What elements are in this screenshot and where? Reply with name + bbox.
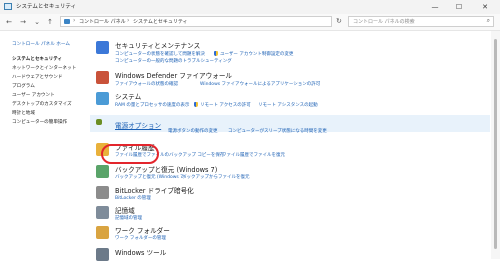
sidebar-item-hardware[interactable]: ハードウェアとサウンド	[12, 74, 62, 80]
backup-icon	[96, 165, 109, 178]
category-link[interactable]: BitLocker の管理	[115, 195, 151, 201]
category-link[interactable]: 電源ボタンの動作の変更	[168, 128, 218, 134]
breadcrumb[interactable]: › コントロール パネル › システムとセキュリティ	[60, 16, 332, 27]
category-link[interactable]: コンピューターの状態を確認して問題を解決	[115, 51, 205, 57]
highlight-circle	[101, 144, 159, 164]
up-button[interactable]: ↑	[45, 17, 55, 27]
recent-locations-button[interactable]: ⌄	[32, 17, 42, 27]
category-link[interactable]: ユーザー アカウント制御設定の変更	[220, 51, 293, 57]
sidebar-item-network[interactable]: ネットワークとインターネット	[12, 65, 76, 71]
shield-icon	[194, 102, 198, 107]
category-link[interactable]: バックアップと復元 (Windows 7)	[115, 174, 185, 180]
category-link[interactable]: コンピューターの一般的な問題のトラブルシューティング	[115, 58, 232, 64]
firewall-icon	[96, 71, 109, 84]
category-link[interactable]: リモート アシスタンスの起動	[258, 102, 318, 108]
breadcrumb-control-panel[interactable]: コントロール パネル	[79, 18, 126, 25]
flag-icon	[96, 41, 109, 54]
category-title[interactable]: 記憶域	[115, 205, 135, 215]
refresh-icon[interactable]: ↻	[336, 17, 342, 25]
close-button[interactable]: ✕	[474, 1, 496, 13]
back-button[interactable]: ←	[4, 17, 14, 27]
category-link[interactable]: ファイル履歴でファイルを復元	[222, 152, 285, 158]
sidebar-item-programs[interactable]: プログラム	[12, 83, 35, 89]
category-title[interactable]: セキュリティとメンテナンス	[115, 40, 200, 50]
breadcrumb-system-security[interactable]: システムとセキュリティ	[133, 18, 188, 25]
sidebar-item-desktop[interactable]: デスクトップのカスタマイズ	[12, 101, 72, 107]
tools-icon	[96, 248, 109, 261]
category-link[interactable]: Windows ファイアウォールによるアプリケーションの許可	[200, 81, 320, 87]
category-title[interactable]: バックアップと復元 (Windows 7)	[115, 164, 217, 174]
category-title[interactable]: Windows ツール	[115, 247, 166, 257]
window-title: システムとセキュリティ	[16, 4, 77, 10]
sidebar-item-user-accounts[interactable]: ユーザー アカウント	[12, 92, 55, 98]
category-title[interactable]: Windows Defender ファイアウォール	[115, 70, 232, 80]
minimize-button[interactable]: —	[424, 1, 446, 13]
maximize-button[interactable]: ☐	[448, 1, 470, 13]
sidebar-item-ease-of-access[interactable]: コンピューターの簡単操作	[12, 119, 67, 125]
category-link[interactable]: リモート アクセスの許可	[200, 102, 251, 108]
search-placeholder: コントロール パネルの検索	[353, 19, 415, 25]
control-panel-icon	[4, 3, 12, 10]
category-link[interactable]: バックアップからファイルを復元	[182, 174, 250, 180]
category-link[interactable]: コンピューターがスリープ状態になる時間を変更	[228, 128, 327, 134]
sidebar-item-system-security[interactable]: システムとセキュリティ	[12, 56, 62, 62]
category-list: セキュリティとメンテナンス コンピューターの状態を確認して問題を解決 ユーザー …	[90, 31, 490, 261]
drive-lock-icon	[96, 186, 109, 199]
control-panel-icon	[64, 19, 70, 24]
category-title[interactable]: BitLocker ドライブ暗号化	[115, 185, 194, 195]
category-title[interactable]: システム	[115, 91, 141, 101]
shield-icon	[214, 51, 218, 56]
chevron-right-icon: ›	[127, 17, 130, 24]
sidebar: コントロール パネル ホーム システムとセキュリティ ネットワークとインターネッ…	[0, 31, 88, 259]
address-toolbar: ← → ⌄ ↑ › コントロール パネル › システムとセキュリティ ↻ コント…	[0, 14, 500, 31]
category-link[interactable]: RAM の量とプロセッサの速度の表示	[115, 102, 189, 108]
power-icon	[96, 119, 102, 125]
search-icon: ⌕	[486, 17, 490, 24]
chevron-right-icon: ›	[73, 17, 76, 24]
category-link[interactable]: ワーク フォルダーの管理	[115, 235, 166, 241]
search-input[interactable]: コントロール パネルの検索 ⌕	[348, 16, 494, 27]
vertical-scrollbar[interactable]	[491, 31, 500, 259]
category-title[interactable]: ワーク フォルダー	[115, 225, 170, 235]
computer-icon	[96, 92, 109, 105]
storage-icon	[96, 206, 109, 219]
sidebar-item-home[interactable]: コントロール パネル ホーム	[12, 41, 70, 47]
scrollbar-thumb[interactable]	[494, 39, 497, 249]
work-folder-icon	[96, 226, 109, 239]
forward-button[interactable]: →	[18, 17, 28, 27]
category-link[interactable]: ファイアウォールの状態の確認	[115, 81, 178, 87]
sidebar-item-clock-region[interactable]: 時計と地域	[12, 110, 35, 116]
category-title[interactable]: 電源オプション	[115, 120, 161, 130]
category-link[interactable]: 記憶域の管理	[115, 215, 142, 221]
title-bar: システムとセキュリティ — ☐ ✕	[0, 0, 500, 14]
